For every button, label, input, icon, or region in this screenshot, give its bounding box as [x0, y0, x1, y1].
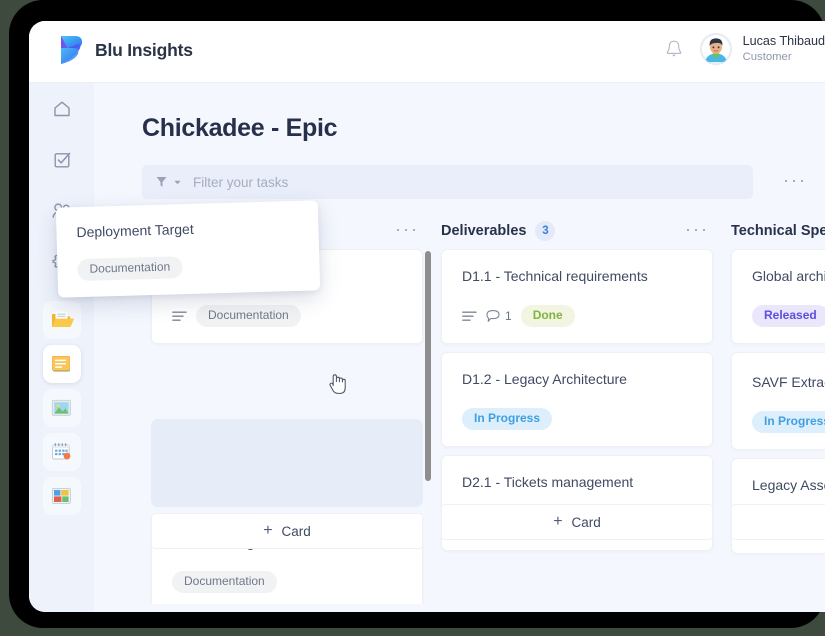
task-card[interactable]: Global architecture Released: [731, 249, 825, 345]
checkbox-check-icon: [54, 152, 70, 167]
plus-icon: +: [553, 513, 563, 530]
add-card-button[interactable]: + Card: [441, 504, 713, 540]
device-frame: Blu Insights Lucas Thibaud Customer Chic…: [9, 0, 825, 628]
spiral-calendar-emoji-icon: [51, 443, 70, 460]
filter-input[interactable]: Filter your tasks: [193, 175, 288, 190]
card-meta: Released: [752, 305, 825, 328]
card-tag: In Progress: [462, 408, 553, 431]
card-tag: Documentation: [172, 571, 277, 594]
comment-count: 1: [505, 309, 512, 324]
description-icon: [462, 311, 477, 321]
card-title: Global architecture: [752, 268, 825, 284]
top-bar: Blu Insights Lucas Thibaud Customer: [29, 21, 825, 83]
card-meta: In Progress: [752, 411, 825, 434]
card-meta: Documentation: [77, 253, 300, 282]
sidebar-item-tasks[interactable]: [29, 134, 94, 185]
board-options-button[interactable]: ···: [783, 171, 807, 189]
column-cards: Database credentials Documentation: [142, 249, 432, 604]
sidebar-project-calendar[interactable]: [42, 433, 81, 471]
card-tag: Documentation: [196, 305, 301, 328]
page-title: Chickadee - Epic: [142, 114, 338, 142]
add-card-button[interactable]: [731, 504, 825, 540]
artist-palette-emoji-icon: [51, 487, 71, 504]
column-cards: D1.1 - Technical requirements 1 Done D1.…: [432, 249, 722, 604]
blu-insights-logo-icon: [61, 36, 82, 64]
column-header: Technical Spec: [722, 213, 825, 249]
task-card[interactable]: D1.2 - Legacy Architecture In Progress: [441, 352, 713, 448]
bell-icon[interactable]: [666, 40, 682, 58]
user-name: Lucas Thibaud: [742, 34, 825, 49]
comment-icon: [486, 310, 500, 323]
user-avatar-icon: [699, 33, 732, 65]
main-content: Chickadee - Epic Filter your tasks ··· ·…: [94, 83, 825, 612]
card-title: SAVF Extraction: [752, 374, 825, 391]
card-index-dividers-emoji-icon: [51, 356, 70, 372]
column-count-badge: 3: [535, 221, 556, 241]
card-title: Deployment Target: [76, 220, 194, 241]
card-tag: Documentation: [77, 256, 183, 282]
dragged-task-card[interactable]: Deployment Target Documentation: [55, 200, 321, 298]
column-header: Deliverables 3 ···: [432, 213, 722, 249]
column-cards: Global architecture Released SAVF Extrac…: [722, 249, 825, 604]
card-meta: 1 Done: [462, 305, 692, 328]
card-tag: In Progress: [752, 411, 825, 434]
board-column-deliverables: Deliverables 3 ··· D1.1 - Technical requ…: [432, 213, 722, 612]
brand-logo-area[interactable]: Blu Insights: [58, 35, 193, 65]
sidebar-project-images[interactable]: [42, 389, 81, 427]
add-card-label: Card: [571, 514, 601, 530]
column-vertical-scrollbar[interactable]: [425, 251, 431, 481]
card-title: D1.2 - Legacy Architecture: [462, 371, 627, 388]
open-file-folder-emoji-icon: [51, 311, 74, 327]
drag-drop-placeholder: [151, 419, 423, 507]
home-icon: [53, 101, 70, 116]
sidebar-project-notes[interactable]: [42, 345, 81, 383]
board-column-technical-spec: Technical Spec Global architecture Relea…: [722, 213, 825, 612]
user-role: Customer: [742, 50, 792, 63]
chevron-down-icon[interactable]: [174, 180, 181, 185]
brand-name: Blu Insights: [95, 39, 193, 60]
framed-picture-emoji-icon: [51, 399, 71, 416]
card-title: D2.1 - Tickets management: [462, 474, 634, 491]
card-tag: Done: [520, 305, 575, 328]
sidebar-item-home[interactable]: [29, 83, 94, 134]
task-card[interactable]: SAVF Extraction In Progress: [731, 352, 825, 451]
filter-bar[interactable]: Filter your tasks: [142, 165, 753, 199]
card-tag: Released: [752, 305, 825, 328]
sidebar-project-artboard[interactable]: [42, 477, 81, 515]
column-menu-button[interactable]: ···: [685, 220, 709, 238]
filter-icon: [156, 177, 167, 187]
card-meta: Documentation: [172, 571, 402, 594]
card-meta: In Progress: [462, 408, 692, 431]
card-title: Legacy Assessment: [752, 477, 825, 494]
column-menu-button[interactable]: ···: [395, 220, 419, 238]
sidebar-project-folder[interactable]: [42, 301, 81, 339]
user-text-block: Lucas Thibaud Customer: [743, 34, 825, 64]
column-title: Technical Spec: [731, 223, 825, 239]
task-card[interactable]: D1.1 - Technical requirements 1 Done: [441, 249, 713, 345]
description-icon: [172, 311, 187, 321]
app-window: Blu Insights Lucas Thibaud Customer Chic…: [29, 21, 825, 612]
plus-icon: +: [263, 522, 273, 539]
user-menu[interactable]: Lucas Thibaud Customer: [699, 33, 825, 65]
filter-row: Filter your tasks ···: [142, 165, 825, 199]
add-card-button[interactable]: + Card: [151, 513, 423, 549]
sidebar: [29, 83, 94, 612]
topbar-right-group: Lucas Thibaud Customer: [666, 33, 825, 65]
column-title: Deliverables: [441, 223, 527, 239]
card-meta: Documentation: [172, 305, 402, 328]
grab-hand-cursor-icon: [329, 374, 346, 394]
add-card-label: Card: [281, 523, 311, 539]
card-title: D1.1 - Technical requirements: [462, 268, 648, 284]
